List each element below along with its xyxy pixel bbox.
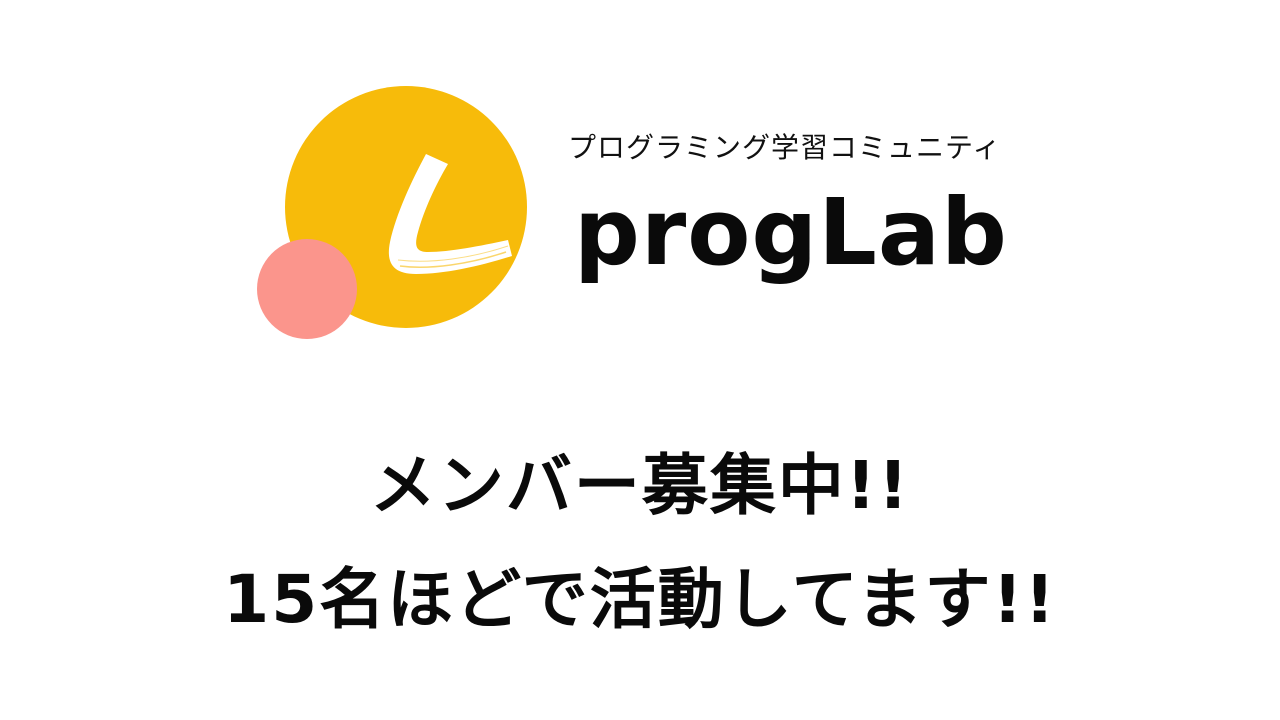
activity-subheadline: 15名ほどで活動してます!!: [223, 561, 1057, 638]
tagline: プログラミング学習コミュニティ: [568, 131, 1002, 164]
proglab-logo-icon: [250, 80, 540, 350]
brand-name: progLab: [574, 179, 1008, 286]
recruit-headline: メンバー募集中!!: [369, 447, 911, 524]
logo-accent-circle: [257, 239, 357, 339]
banner: プログラミング学習コミュニティ progLab メンバー募集中!! 15名ほどで…: [0, 0, 1280, 720]
